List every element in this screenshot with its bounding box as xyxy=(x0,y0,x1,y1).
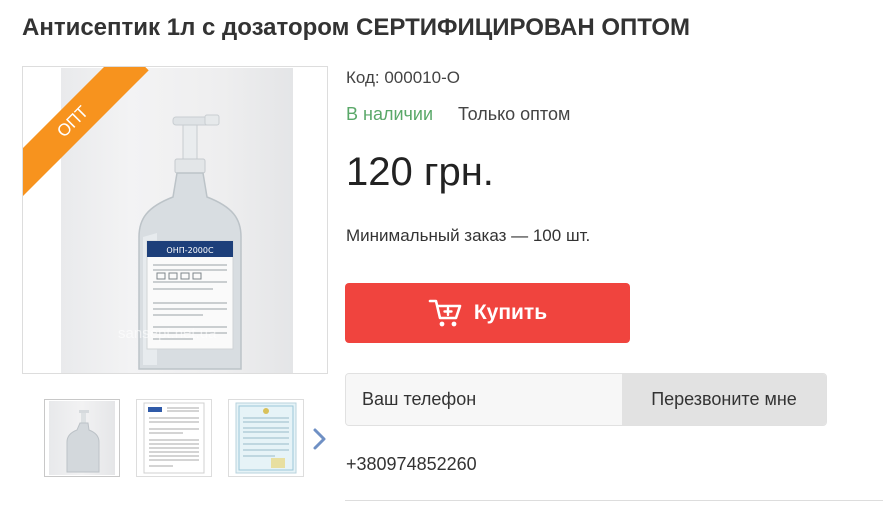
stock-status: В наличии xyxy=(346,104,434,124)
chevron-right-icon[interactable] xyxy=(308,426,330,452)
phone-input[interactable] xyxy=(346,374,622,425)
thumbnail-bottle[interactable] xyxy=(44,399,120,477)
image-watermark: sansept.net.ua xyxy=(118,325,217,342)
callback-form: Перезвоните мне xyxy=(345,373,827,426)
wholesale-only-label: Только оптом xyxy=(458,104,571,124)
product-title: Антисептик 1л с дозатором СЕРТИФИЦИРОВАН… xyxy=(22,14,690,41)
bottle-label-text: ОНП-2000С xyxy=(166,246,214,255)
contact-phone[interactable]: +380974852260 xyxy=(346,454,477,475)
certificate-thumb-icon xyxy=(143,402,205,474)
wholesale-badge: ОПТ xyxy=(23,67,149,197)
product-price: 120 грн. xyxy=(346,150,494,194)
thumbnail-certificate[interactable] xyxy=(136,399,212,477)
wholesale-ribbon: ОПТ xyxy=(23,67,153,197)
product-main-image[interactable]: ОНП-2000С sansept.net.ua ОПТ xyxy=(22,66,328,374)
minimum-order: Минимальный заказ — 100 шт. xyxy=(346,226,591,245)
divider xyxy=(345,500,883,501)
product-code: Код: 000010-О xyxy=(346,68,460,87)
buy-button-label: Купить xyxy=(473,301,548,324)
thumbnail-document[interactable] xyxy=(228,399,304,477)
cart-icon xyxy=(428,299,462,327)
document-thumb-icon xyxy=(235,402,297,474)
bottle-thumb-icon xyxy=(66,410,100,473)
buy-button[interactable]: Купить xyxy=(345,283,630,343)
callback-button[interactable]: Перезвоните мне xyxy=(622,374,826,425)
